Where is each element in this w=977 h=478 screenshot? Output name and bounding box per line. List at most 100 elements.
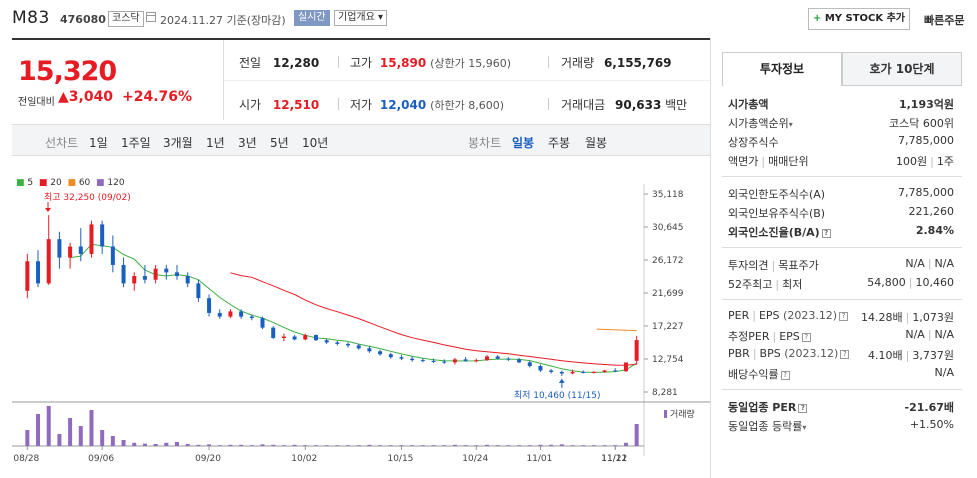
period-1d[interactable]: 1일	[89, 134, 108, 151]
ma20-line	[230, 272, 637, 366]
period-monthly[interactable]: 월봉	[585, 134, 607, 151]
volume-bar	[506, 445, 511, 446]
candle	[367, 348, 372, 352]
price-chart: ■ 5 ■ 20 ■ 60 ■ 120 35,118 30,645 26,172 21…	[12, 170, 710, 470]
quick-order-link[interactable]: 빠른주문	[924, 12, 964, 28]
volume-bar	[538, 444, 543, 446]
stock-code: 476080	[60, 13, 106, 26]
calendar-icon	[146, 12, 156, 22]
y-tick-label: 30,645	[652, 223, 684, 233]
volume-bar	[623, 442, 628, 446]
volume-bar	[46, 406, 51, 446]
candle	[388, 354, 393, 358]
volume-bar	[228, 444, 233, 446]
candle	[613, 370, 618, 372]
candle-chart-label: 봉차트	[468, 136, 502, 150]
volume-bar	[388, 445, 393, 446]
est-per-row: 추정PER | EPS? N/A | N/A	[728, 328, 954, 343]
candle	[356, 345, 361, 349]
volume-bar	[463, 445, 468, 446]
volume-bar	[207, 444, 212, 446]
candle	[313, 335, 318, 341]
candle	[57, 239, 62, 258]
volume-bar	[196, 444, 201, 446]
foreign-ratio-row: 외국인소진율(B/A)? 2.84%	[728, 224, 954, 239]
market-badge: 코스닥	[108, 11, 144, 27]
min-arrow-head	[558, 378, 565, 383]
tab-orderbook[interactable]: 호가 10단계	[842, 52, 962, 86]
volume-bar	[367, 444, 372, 446]
candle	[185, 276, 190, 284]
candle	[591, 371, 596, 373]
max-arrow-head	[45, 208, 51, 212]
volume-bar	[602, 445, 607, 446]
y-tick-label: 8,281	[652, 388, 678, 398]
help-icon[interactable]: ?	[780, 370, 790, 380]
panel-divider	[710, 38, 711, 478]
candle	[78, 246, 83, 254]
volume-bar	[474, 445, 479, 446]
candle	[36, 261, 41, 284]
volume-bar	[271, 444, 276, 446]
candle	[549, 370, 554, 372]
volume-bar	[613, 445, 618, 446]
candle	[196, 283, 201, 299]
tab-investment-info[interactable]: 투자정보	[722, 52, 842, 86]
candle	[452, 359, 457, 363]
period-daily[interactable]: 일봉	[512, 134, 534, 151]
change-amount: ▲3,040	[58, 89, 114, 105]
current-price: 15,320	[18, 56, 117, 87]
help-icon[interactable]: ?	[801, 332, 811, 342]
help-icon[interactable]: ?	[839, 311, 849, 321]
volume-bar	[100, 430, 105, 446]
volume-bar	[260, 444, 265, 446]
foreign-hold-row: 외국인보유주식수(B) 221,260	[728, 205, 954, 220]
period-10y[interactable]: 10년	[302, 134, 328, 151]
caret-down-icon[interactable]: ▾	[789, 120, 793, 129]
period-1y[interactable]: 1년	[206, 134, 225, 151]
candle	[378, 351, 383, 355]
candle	[132, 276, 137, 284]
period-1w[interactable]: 1주일	[121, 134, 151, 151]
market-cap-row: 시가총액 1,193억원	[728, 98, 954, 111]
help-icon[interactable]: ?	[840, 349, 850, 359]
volume-bar	[57, 434, 62, 446]
stock-header: M83 476080 코스닥 2024.11.27 기준(장마감) 실시간 기업…	[0, 0, 977, 38]
help-icon[interactable]: ?	[798, 403, 808, 413]
volume-bar	[36, 414, 41, 446]
volume-bar	[420, 445, 425, 446]
volume-bar	[581, 445, 586, 446]
y-tick-label: 17,227	[652, 322, 684, 332]
caret-down-icon[interactable]: ▾	[802, 423, 806, 432]
volume-bar	[239, 444, 244, 446]
change-label: 전일대비	[18, 97, 55, 108]
period-3m[interactable]: 3개월	[163, 134, 193, 151]
candle	[281, 336, 286, 339]
realtime-button[interactable]: 실시간	[294, 10, 330, 26]
candle	[324, 340, 329, 343]
volume-bar	[217, 445, 222, 446]
market-cap-rank-row: 시가총액순위▾ 코스닥 600위	[728, 117, 954, 130]
dividend-row: 배당수익률? N/A	[728, 366, 954, 381]
ma60-line	[596, 328, 637, 332]
help-icon[interactable]: ?	[821, 228, 831, 238]
candle	[559, 371, 564, 374]
candle	[303, 335, 308, 340]
add-mystock-button[interactable]: + MY STOCK 추가	[808, 8, 910, 30]
week52-row: 52주최고 | 최저 54,800 | 10,460	[728, 276, 954, 291]
company-overview-dropdown[interactable]: 기업개요 ▾	[334, 10, 387, 26]
period-weekly[interactable]: 주봉	[548, 134, 570, 151]
base-date: 2024.11.27 기준(장마감)	[160, 14, 286, 27]
period-3y[interactable]: 3년	[238, 134, 257, 151]
industry-rate-row: 동일업종 등락률▾ +1.50%	[728, 418, 954, 433]
candle	[239, 311, 244, 317]
volume-bar	[527, 445, 532, 446]
x-tick-label: 10/02	[291, 454, 317, 464]
x-tick-label: 11/01	[526, 454, 552, 464]
stock-name: M83	[12, 8, 50, 28]
volume-bar	[110, 436, 115, 446]
period-5y[interactable]: 5년	[270, 134, 289, 151]
candle	[249, 316, 254, 319]
candle	[634, 340, 639, 361]
candle	[410, 358, 415, 361]
